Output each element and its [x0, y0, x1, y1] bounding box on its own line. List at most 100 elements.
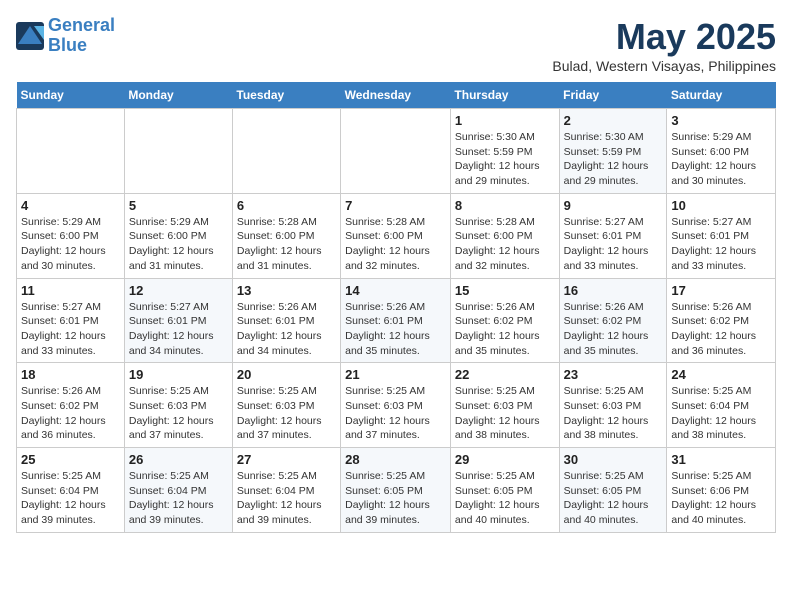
- calendar-cell: 3 Sunrise: 5:29 AM Sunset: 6:00 PM Daylig…: [667, 109, 776, 194]
- col-friday: Friday: [559, 82, 667, 109]
- day-info: Sunrise: 5:28 AM Sunset: 6:00 PM Dayligh…: [345, 215, 446, 274]
- calendar-cell: 13 Sunrise: 5:26 AM Sunset: 6:01 PM Dayli…: [232, 278, 340, 363]
- day-info: Sunrise: 5:26 AM Sunset: 6:02 PM Dayligh…: [21, 384, 120, 443]
- day-number: 4: [21, 198, 120, 213]
- day-number: 10: [671, 198, 771, 213]
- calendar-cell: 2Sunrise: 5:30 AM Sunset: 5:59 PM Daylig…: [559, 109, 667, 194]
- day-number: 15: [455, 283, 555, 298]
- day-info: Sunrise: 5:29 AM Sunset: 6:00 PM Dayligh…: [129, 215, 228, 274]
- day-number: 5: [129, 198, 228, 213]
- day-info: Sunrise: 5:25 AM Sunset: 6:03 PM Dayligh…: [237, 384, 336, 443]
- day-info: Sunrise: 5:25 AM Sunset: 6:05 PM Dayligh…: [455, 469, 555, 528]
- day-info: Sunrise: 5:26 AM Sunset: 6:01 PM Dayligh…: [237, 300, 336, 359]
- calendar-cell: 30Sunrise: 5:25 AM Sunset: 6:05 PM Dayli…: [559, 448, 667, 533]
- calendar-cell: 31Sunrise: 5:25 AM Sunset: 6:06 PM Dayli…: [667, 448, 776, 533]
- day-info: Sunrise: 5:30 AM Sunset: 5:59 PM Dayligh…: [564, 130, 663, 189]
- logo-icon: [16, 22, 44, 50]
- calendar-cell: 21 Sunrise: 5:25 AM Sunset: 6:03 PM Dayli…: [341, 363, 451, 448]
- calendar-week-2: 4 Sunrise: 5:29 AM Sunset: 6:00 PM Daylig…: [17, 193, 776, 278]
- calendar-cell: 20 Sunrise: 5:25 AM Sunset: 6:03 PM Dayli…: [232, 363, 340, 448]
- calendar-cell: 26 Sunrise: 5:25 AM Sunset: 6:04 PM Dayli…: [124, 448, 232, 533]
- calendar-week-5: 25Sunrise: 5:25 AM Sunset: 6:04 PM Dayli…: [17, 448, 776, 533]
- month-title: May 2025: [552, 16, 776, 58]
- calendar-cell: 28Sunrise: 5:25 AM Sunset: 6:05 PM Dayli…: [341, 448, 451, 533]
- calendar-cell: 25Sunrise: 5:25 AM Sunset: 6:04 PM Dayli…: [17, 448, 125, 533]
- col-wednesday: Wednesday: [341, 82, 451, 109]
- logo: General Blue: [16, 16, 115, 56]
- header-row: Sunday Monday Tuesday Wednesday Thursday…: [17, 82, 776, 109]
- day-number: 9: [564, 198, 663, 213]
- day-number: 14: [345, 283, 446, 298]
- title-block: May 2025 Bulad, Western Visayas, Philipp…: [552, 16, 776, 74]
- calendar-cell: [17, 109, 125, 194]
- day-info: Sunrise: 5:25 AM Sunset: 6:03 PM Dayligh…: [129, 384, 228, 443]
- day-number: 30: [564, 452, 663, 467]
- day-number: 13: [237, 283, 336, 298]
- day-info: Sunrise: 5:25 AM Sunset: 6:04 PM Dayligh…: [671, 384, 771, 443]
- day-info: Sunrise: 5:30 AM Sunset: 5:59 PM Dayligh…: [455, 130, 555, 189]
- day-number: 20: [237, 367, 336, 382]
- day-info: Sunrise: 5:25 AM Sunset: 6:04 PM Dayligh…: [129, 469, 228, 528]
- day-number: 1: [455, 113, 555, 128]
- calendar-cell: 29 Sunrise: 5:25 AM Sunset: 6:05 PM Dayli…: [450, 448, 559, 533]
- day-number: 6: [237, 198, 336, 213]
- day-info: Sunrise: 5:25 AM Sunset: 6:03 PM Dayligh…: [564, 384, 663, 443]
- calendar-cell: 8Sunrise: 5:28 AM Sunset: 6:00 PM Daylig…: [450, 193, 559, 278]
- calendar-cell: 23 Sunrise: 5:25 AM Sunset: 6:03 PM Dayli…: [559, 363, 667, 448]
- calendar-cell: 11Sunrise: 5:27 AM Sunset: 6:01 PM Dayli…: [17, 278, 125, 363]
- calendar-cell: 5 Sunrise: 5:29 AM Sunset: 6:00 PM Daylig…: [124, 193, 232, 278]
- day-info: Sunrise: 5:27 AM Sunset: 6:01 PM Dayligh…: [129, 300, 228, 359]
- calendar-cell: 17 Sunrise: 5:26 AM Sunset: 6:02 PM Dayli…: [667, 278, 776, 363]
- calendar-cell: 14 Sunrise: 5:26 AM Sunset: 6:01 PM Dayli…: [341, 278, 451, 363]
- day-number: 7: [345, 198, 446, 213]
- calendar-cell: 1 Sunrise: 5:30 AM Sunset: 5:59 PM Daylig…: [450, 109, 559, 194]
- day-number: 12: [129, 283, 228, 298]
- calendar-cell: 24 Sunrise: 5:25 AM Sunset: 6:04 PM Dayli…: [667, 363, 776, 448]
- calendar-week-3: 11 Sunrise: 5:27 AM Sunset: 6:01 PM Dayli…: [17, 278, 776, 363]
- calendar-cell: 15Sunrise: 5:26 AM Sunset: 6:02 PM Dayli…: [450, 278, 559, 363]
- day-number: 17: [671, 283, 771, 298]
- day-info: Sunrise: 5:26 AM Sunset: 6:02 PM Dayligh…: [671, 300, 771, 359]
- day-info: Sunrise: 5:25 AM Sunset: 6:04 PM Dayligh…: [237, 469, 336, 528]
- calendar-cell: [341, 109, 451, 194]
- col-saturday: Saturday: [667, 82, 776, 109]
- logo-text: General Blue: [48, 16, 115, 56]
- day-number: 23: [564, 367, 663, 382]
- calendar-body: 1 Sunrise: 5:30 AM Sunset: 5:59 PM Daylig…: [17, 109, 776, 533]
- day-number: 26: [129, 452, 228, 467]
- calendar-header: Sunday Monday Tuesday Wednesday Thursday…: [17, 82, 776, 109]
- day-info: Sunrise: 5:25 AM Sunset: 6:05 PM Dayligh…: [345, 469, 446, 528]
- calendar-table: Sunday Monday Tuesday Wednesday Thursday…: [16, 82, 776, 533]
- day-info: Sunrise: 5:27 AM Sunset: 6:01 PM Dayligh…: [564, 215, 663, 274]
- day-info: Sunrise: 5:29 AM Sunset: 6:00 PM Dayligh…: [671, 130, 771, 189]
- day-number: 29: [455, 452, 555, 467]
- day-number: 16: [564, 283, 663, 298]
- day-info: Sunrise: 5:25 AM Sunset: 6:03 PM Dayligh…: [345, 384, 446, 443]
- day-info: Sunrise: 5:28 AM Sunset: 6:00 PM Dayligh…: [237, 215, 336, 274]
- day-info: Sunrise: 5:26 AM Sunset: 6:01 PM Dayligh…: [345, 300, 446, 359]
- calendar-cell: 12 Sunrise: 5:27 AM Sunset: 6:01 PM Dayli…: [124, 278, 232, 363]
- day-number: 3: [671, 113, 771, 128]
- calendar-cell: 7 Sunrise: 5:28 AM Sunset: 6:00 PM Daylig…: [341, 193, 451, 278]
- day-number: 11: [21, 283, 120, 298]
- day-number: 21: [345, 367, 446, 382]
- col-tuesday: Tuesday: [232, 82, 340, 109]
- day-number: 8: [455, 198, 555, 213]
- day-info: Sunrise: 5:25 AM Sunset: 6:06 PM Dayligh…: [671, 469, 771, 528]
- calendar-week-4: 18Sunrise: 5:26 AM Sunset: 6:02 PM Dayli…: [17, 363, 776, 448]
- day-info: Sunrise: 5:29 AM Sunset: 6:00 PM Dayligh…: [21, 215, 120, 274]
- calendar-cell: 6 Sunrise: 5:28 AM Sunset: 6:00 PM Daylig…: [232, 193, 340, 278]
- calendar-cell: 16Sunrise: 5:26 AM Sunset: 6:02 PM Dayli…: [559, 278, 667, 363]
- location: Bulad, Western Visayas, Philippines: [552, 58, 776, 74]
- col-thursday: Thursday: [450, 82, 559, 109]
- day-number: 24: [671, 367, 771, 382]
- calendar-cell: 4 Sunrise: 5:29 AM Sunset: 6:00 PM Daylig…: [17, 193, 125, 278]
- calendar-cell: 18Sunrise: 5:26 AM Sunset: 6:02 PM Dayli…: [17, 363, 125, 448]
- col-sunday: Sunday: [17, 82, 125, 109]
- day-number: 19: [129, 367, 228, 382]
- col-monday: Monday: [124, 82, 232, 109]
- day-info: Sunrise: 5:25 AM Sunset: 6:04 PM Dayligh…: [21, 469, 120, 528]
- day-number: 27: [237, 452, 336, 467]
- page-header: General Blue May 2025 Bulad, Western Vis…: [16, 16, 776, 74]
- calendar-cell: [124, 109, 232, 194]
